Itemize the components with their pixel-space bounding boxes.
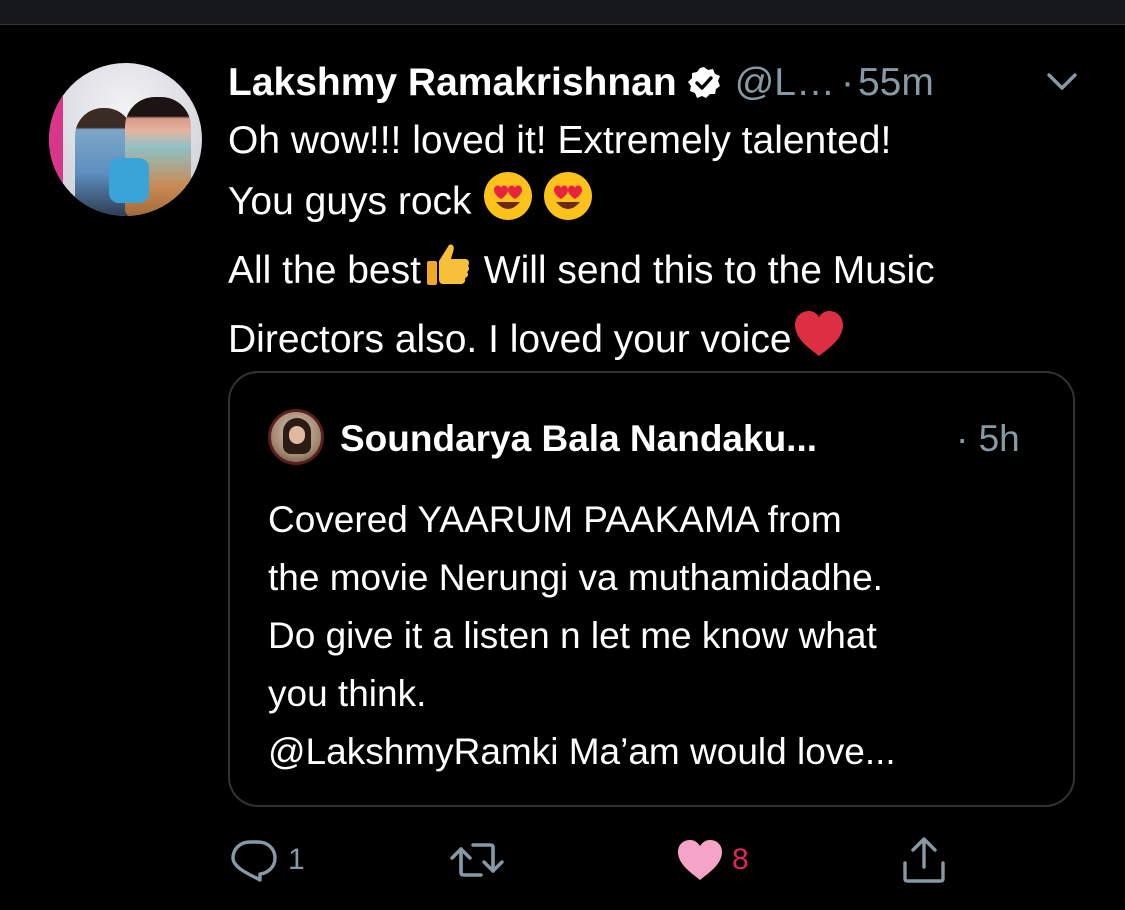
tweet-text-line2: You guys rock bbox=[228, 180, 483, 223]
share-button[interactable] bbox=[900, 832, 948, 888]
quoted-tweet-card[interactable]: Soundarya Bala Nandaku... · 5h Covered Y… bbox=[228, 371, 1075, 807]
avatar-background-detail bbox=[49, 63, 63, 216]
author-name[interactable]: Lakshmy Ramakrishnan bbox=[228, 61, 677, 105]
tweet-header: Lakshmy Ramakrishnan @L… · 55m bbox=[228, 56, 1088, 110]
tweet-text-line3-rest: Will send this to the Music bbox=[472, 249, 935, 292]
quoted-author-name[interactable]: Soundarya Bala Nandaku... bbox=[340, 418, 817, 460]
retweet-button[interactable] bbox=[448, 832, 506, 888]
heart-icon bbox=[678, 840, 722, 880]
retweet-icon bbox=[450, 843, 504, 877]
reply-icon bbox=[231, 840, 277, 882]
reply-button[interactable]: 1 bbox=[228, 832, 305, 888]
share-icon bbox=[903, 837, 945, 883]
tweet-text-line1: Oh wow!!! loved it! Extremely talented! bbox=[228, 119, 892, 162]
tweet-text-line4: Directors also. I loved your voice bbox=[228, 318, 792, 361]
author-handle[interactable]: @L… bbox=[735, 61, 835, 105]
tweet-text-line3: All the best bbox=[228, 249, 421, 292]
author-avatar[interactable] bbox=[49, 63, 202, 216]
like-count: 8 bbox=[732, 843, 749, 876]
quoted-avatar-face bbox=[289, 426, 305, 444]
chevron-down-icon[interactable] bbox=[1045, 70, 1079, 94]
quoted-tweet-header: Soundarya Bala Nandaku... · 5h bbox=[340, 411, 1060, 467]
tweet-timestamp[interactable]: 55m bbox=[858, 61, 934, 105]
reply-count: 1 bbox=[288, 843, 305, 876]
avatar-scarf bbox=[109, 158, 149, 203]
top-bar bbox=[0, 0, 1125, 25]
red-heart-emoji bbox=[792, 308, 846, 377]
tweet-body: Oh wow!!! loved it! Extremely talented! … bbox=[228, 112, 1108, 377]
separator-dot: · bbox=[840, 61, 854, 104]
quoted-tweet-text: Covered YAARUM PAAKAMA from the movie Ne… bbox=[268, 499, 896, 772]
action-bar: 1 8 bbox=[228, 832, 988, 888]
like-button[interactable]: 8 bbox=[676, 832, 749, 888]
heart-eyes-emoji bbox=[482, 170, 534, 239]
verified-badge-icon bbox=[687, 66, 721, 100]
quoted-author-avatar[interactable] bbox=[268, 409, 324, 465]
thumbs-up-emoji bbox=[421, 239, 473, 308]
heart-eyes-emoji bbox=[542, 170, 594, 239]
quoted-tweet-timestamp[interactable]: · 5h bbox=[956, 411, 1020, 467]
